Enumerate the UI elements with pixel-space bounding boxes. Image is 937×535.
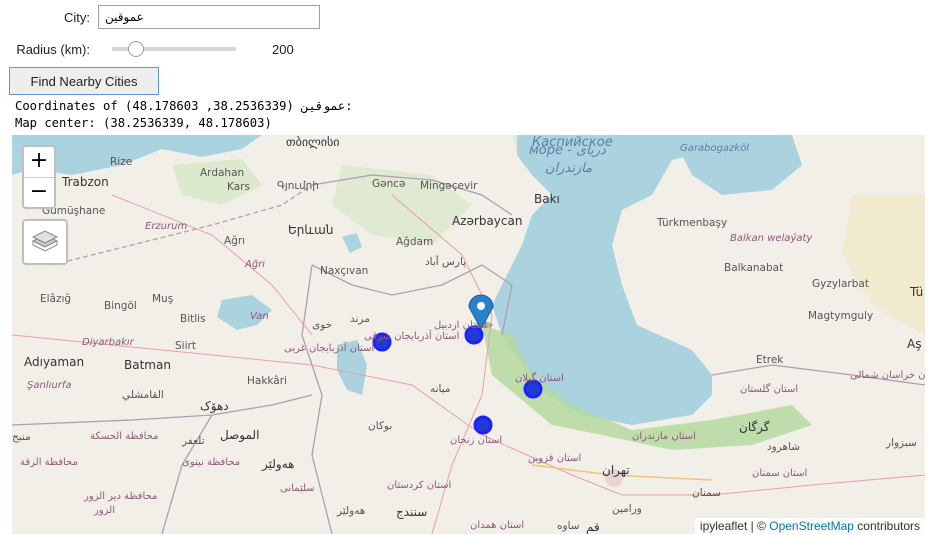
radius-label: Radius (km): xyxy=(16,41,90,57)
map-attribution: ipyleaflet | © OpenStreetMap contributor… xyxy=(694,518,925,534)
map-label: Trabzon xyxy=(62,175,109,189)
map-label: თბილისი xyxy=(286,135,340,149)
map-label: Gyzylarbat xyxy=(812,278,869,290)
map-label: Aş xyxy=(907,337,922,351)
map-label: محافظة نينوى xyxy=(182,457,241,468)
slider-handle[interactable] xyxy=(128,41,145,57)
map-label: استان اردبیل xyxy=(434,320,488,331)
map-label: Tü xyxy=(910,285,924,299)
zoom-in-button[interactable]: + xyxy=(24,147,54,177)
map-label: ساوه xyxy=(557,520,580,532)
map-label: Balkanabat xyxy=(724,262,784,274)
map-label: Ağrı xyxy=(224,235,246,247)
attribution-suffix: contributors xyxy=(853,519,920,533)
map-label: استان آذربایجان غربی xyxy=(284,343,375,354)
map-label: استان گیلان xyxy=(515,373,564,384)
map-label: سلێمانی xyxy=(280,483,315,494)
zoom-out-button[interactable]: − xyxy=(24,177,54,208)
map-label: Diyarbakır xyxy=(82,337,134,348)
map-label: بوکان xyxy=(368,420,393,432)
map-label: Etrek xyxy=(756,354,784,366)
map-label: هەولێر xyxy=(262,457,295,471)
map-label: خوی xyxy=(312,319,333,331)
map-label: Adıyaman xyxy=(24,355,85,369)
map-label: هەولێر xyxy=(337,505,366,517)
map-label: مازندران xyxy=(545,161,593,176)
map-label: Naxçıvan xyxy=(320,265,369,277)
map-label: Երևան xyxy=(288,223,334,237)
layers-icon xyxy=(31,230,59,252)
map-label: استان سمنان xyxy=(752,468,808,479)
map-label: استان کردستان xyxy=(387,480,452,491)
map-label: استان خراسان شمالی xyxy=(850,370,925,381)
map-label: Rize xyxy=(110,156,133,168)
map-label: منبج xyxy=(12,431,31,443)
map-label: تهران xyxy=(602,463,630,477)
map-label: سبزوار xyxy=(886,437,917,449)
map-label: Bingöl xyxy=(104,300,137,312)
map-label: Mingəçevir xyxy=(420,180,478,192)
map-label: Ağdam xyxy=(396,236,434,248)
map-label: استان آذربایجان شرقی xyxy=(364,331,460,342)
layers-button[interactable] xyxy=(22,219,68,265)
map-label: Balkan welaýaty xyxy=(730,233,813,244)
city-row: City: xyxy=(0,3,320,31)
map-label: محافظة الحسكة xyxy=(90,431,159,442)
map-label: Ağrı xyxy=(245,259,266,270)
openstreetmap-link[interactable]: OpenStreetMap xyxy=(769,519,854,533)
map-label: الزور xyxy=(94,505,116,516)
map-label: Türkmenbaşy xyxy=(657,217,728,229)
map-label: Գյումրի xyxy=(277,180,319,192)
radius-value: 200 xyxy=(272,41,294,57)
map-label: Kars xyxy=(227,181,250,193)
map-label: استان مازندران xyxy=(632,431,696,442)
map-label: Şanlıurfa xyxy=(27,380,72,391)
map-label: گرگان xyxy=(739,420,770,434)
map-label: قم xyxy=(586,520,600,534)
map-label: استان قزوین xyxy=(528,453,582,464)
map-center-output: Map center: (38.2536339, 48.178603) xyxy=(15,116,272,130)
map-label: پارس آباد xyxy=(425,256,467,268)
map-view[interactable]: თბილისი Rize Trabzon Gümüşhane Ardahan K… xyxy=(12,135,925,534)
map-label: دهۆک xyxy=(200,399,229,413)
map-label: شاهرود xyxy=(767,441,801,453)
map-label: Bitlis xyxy=(180,313,206,325)
map-label: سنندج xyxy=(396,505,428,519)
map-label: Batman xyxy=(124,358,171,372)
map-label: الموصل xyxy=(220,428,260,442)
zoom-control: + − xyxy=(22,145,56,209)
radius-slider[interactable] xyxy=(112,38,236,60)
map-label: Elâzığ xyxy=(40,293,72,305)
map-label: Van xyxy=(250,311,269,322)
map-label: سمنان xyxy=(692,487,721,499)
map-label: استان گلستان xyxy=(740,384,799,395)
map-label: القامشلي xyxy=(122,389,164,401)
map-label: Muş xyxy=(152,293,174,305)
map-label: Magtymguly xyxy=(808,310,874,322)
map-label: Garabogazköl xyxy=(680,143,749,154)
city-input[interactable] xyxy=(98,5,320,29)
map-label: Hakkâri xyxy=(247,375,287,387)
map-label: Erzurum xyxy=(145,221,188,232)
map-label: ورامین xyxy=(612,503,642,515)
attribution-prefix: ipyleaflet | © xyxy=(699,519,770,533)
map-label: Siirt xyxy=(175,340,196,352)
map-label: محافظة الرقة xyxy=(20,457,78,468)
find-nearby-cities-button[interactable]: Find Nearby Cities xyxy=(9,67,159,95)
map-label: Gəncə xyxy=(372,178,406,190)
map-label: میانه xyxy=(430,383,451,395)
nearby-city-marker[interactable] xyxy=(473,415,493,435)
map-label: مرند xyxy=(350,313,370,325)
city-label: City: xyxy=(64,9,90,25)
map-label: محافظة دير الزور xyxy=(84,491,158,502)
map-label: Azərbaycan xyxy=(452,214,523,228)
map-label: تلعفر xyxy=(182,435,205,447)
map-label: море - دریای xyxy=(529,143,606,158)
coordinates-output: Coordinates of (48.178603 ,38.2536339) ع… xyxy=(15,99,353,113)
map-label: استان همدان xyxy=(470,520,525,531)
radius-row: Radius (km): 200 xyxy=(0,38,294,60)
map-label: استان زنجان xyxy=(450,435,503,446)
map-label: Bakı xyxy=(534,192,560,206)
map-label: Ardahan xyxy=(200,167,245,179)
